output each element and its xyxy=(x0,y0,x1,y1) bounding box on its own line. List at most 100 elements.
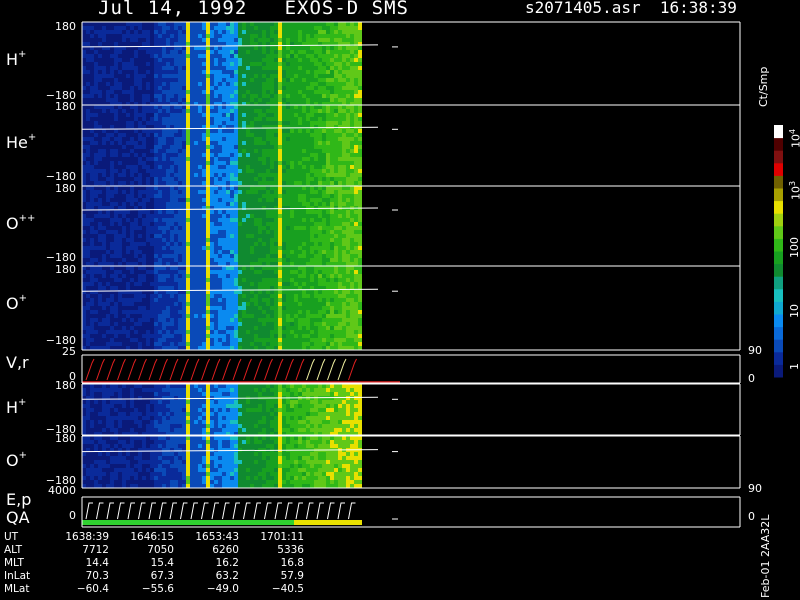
spectrogram-cell xyxy=(118,38,122,42)
spectrogram-cell xyxy=(266,202,270,206)
spectrogram-cell xyxy=(154,26,158,30)
spectrogram-cell xyxy=(298,86,302,90)
spectrogram-cell xyxy=(118,98,122,102)
spectrogram-cell xyxy=(206,26,210,30)
spectrogram-cell xyxy=(218,133,222,137)
spectrogram-cell xyxy=(118,286,122,290)
spectrogram-cell xyxy=(302,190,306,194)
spectrogram-cell xyxy=(258,254,262,258)
spectrogram-cell xyxy=(270,202,274,206)
spectrogram-cell xyxy=(198,294,202,298)
spectrogram-cell xyxy=(350,54,354,58)
spectrogram-cell xyxy=(170,278,174,282)
spectrogram-cell xyxy=(258,121,262,125)
spectrogram-cell xyxy=(246,145,250,149)
spectrogram-cell xyxy=(138,310,142,314)
spectrogram-cell xyxy=(202,322,206,326)
spectrogram-cell xyxy=(254,177,258,181)
spectrogram-cell xyxy=(122,54,126,58)
spectrogram-cell xyxy=(110,278,114,282)
spectrogram-cell xyxy=(174,82,178,86)
spectrogram-cell xyxy=(150,78,154,82)
spectrogram-cell xyxy=(318,82,322,86)
spectrogram-cell xyxy=(326,165,330,169)
spectrogram-cell xyxy=(130,338,134,342)
spectrogram-cell xyxy=(190,161,194,165)
spectrogram-cell xyxy=(290,78,294,82)
spectrogram-cell xyxy=(314,121,318,125)
spectrogram-cell xyxy=(190,22,194,26)
spectrogram-cell xyxy=(198,121,202,125)
spectrogram-cell xyxy=(130,153,134,157)
spectrogram-cell xyxy=(318,74,322,78)
spectrogram-cell xyxy=(170,330,174,334)
spectrogram-cell xyxy=(142,109,146,113)
spectrogram-cell xyxy=(238,230,242,234)
spectrogram-cell xyxy=(138,326,142,330)
spectrogram-cell xyxy=(174,165,178,169)
spectrogram-cell xyxy=(198,141,202,145)
spectrogram-cell xyxy=(150,153,154,157)
spectrogram-cell xyxy=(330,62,334,66)
spectrogram-cell xyxy=(154,222,158,226)
spectrogram-cell xyxy=(206,262,210,266)
spectrogram-cell xyxy=(186,149,190,153)
spectrogram-cell xyxy=(190,141,194,145)
spectrogram-cell xyxy=(286,54,290,58)
spectrogram-cell xyxy=(170,202,174,206)
spectrogram-cell xyxy=(194,70,198,74)
spectrogram-cell xyxy=(186,50,190,54)
spectrogram-cell xyxy=(262,165,266,169)
spectrogram-cell xyxy=(218,121,222,125)
spectrogram-cell xyxy=(330,149,334,153)
spectrogram-cell xyxy=(86,113,90,117)
spectrogram-cell xyxy=(206,153,210,157)
spectrogram-cell xyxy=(202,282,206,286)
spectrogram-cell xyxy=(158,74,162,78)
spectrogram-cell xyxy=(350,218,354,222)
spectrogram-cell xyxy=(342,169,346,173)
spectrogram-cell xyxy=(226,90,230,94)
spectrogram-cell xyxy=(182,342,186,346)
spectrogram-cell xyxy=(170,314,174,318)
spectrogram-cell xyxy=(118,66,122,70)
spectrogram-cell xyxy=(174,141,178,145)
spectrogram-cell xyxy=(198,66,202,70)
spectrogram-cell xyxy=(322,90,326,94)
spectrogram-cell xyxy=(214,62,218,66)
spectrogram-cell xyxy=(326,218,330,222)
spectrogram-cell xyxy=(258,234,262,238)
spectrogram-cell xyxy=(290,82,294,86)
spectrogram-cell xyxy=(206,121,210,125)
spectrogram-cell xyxy=(230,169,234,173)
spectrogram-cell xyxy=(350,117,354,121)
spectrogram-cell xyxy=(142,113,146,117)
spectrogram-cell xyxy=(102,270,106,274)
spectrogram-cell xyxy=(222,30,226,34)
spectrogram-cell xyxy=(174,109,178,113)
spectrogram-cell xyxy=(102,30,106,34)
spectrogram-cell xyxy=(82,198,86,202)
spectrogram-cell xyxy=(142,306,146,310)
spectrogram-cell xyxy=(122,294,126,298)
spectrogram-cell xyxy=(234,105,238,109)
spectrogram-cell xyxy=(158,254,162,258)
spectrogram-cell xyxy=(158,198,162,202)
spectrogram-cell xyxy=(162,342,166,346)
spectrogram-cell xyxy=(110,190,114,194)
spectrogram-cell xyxy=(198,226,202,230)
spectrogram-cell xyxy=(186,286,190,290)
spectrogram-cell xyxy=(138,165,142,169)
spectrogram-cell xyxy=(142,137,146,141)
spectrogram-cell xyxy=(166,62,170,66)
spectrogram-cell xyxy=(306,186,310,190)
spectrogram-cell xyxy=(198,314,202,318)
spectrogram-cell xyxy=(86,34,90,38)
spectrogram-cell xyxy=(270,153,274,157)
spectrogram-cell xyxy=(218,181,222,185)
spectrogram-cell xyxy=(354,26,358,30)
spectrogram-cell xyxy=(114,117,118,121)
spectrogram-cell xyxy=(106,346,110,350)
spectrogram-cell xyxy=(358,262,362,266)
spectrogram-cell xyxy=(258,181,262,185)
